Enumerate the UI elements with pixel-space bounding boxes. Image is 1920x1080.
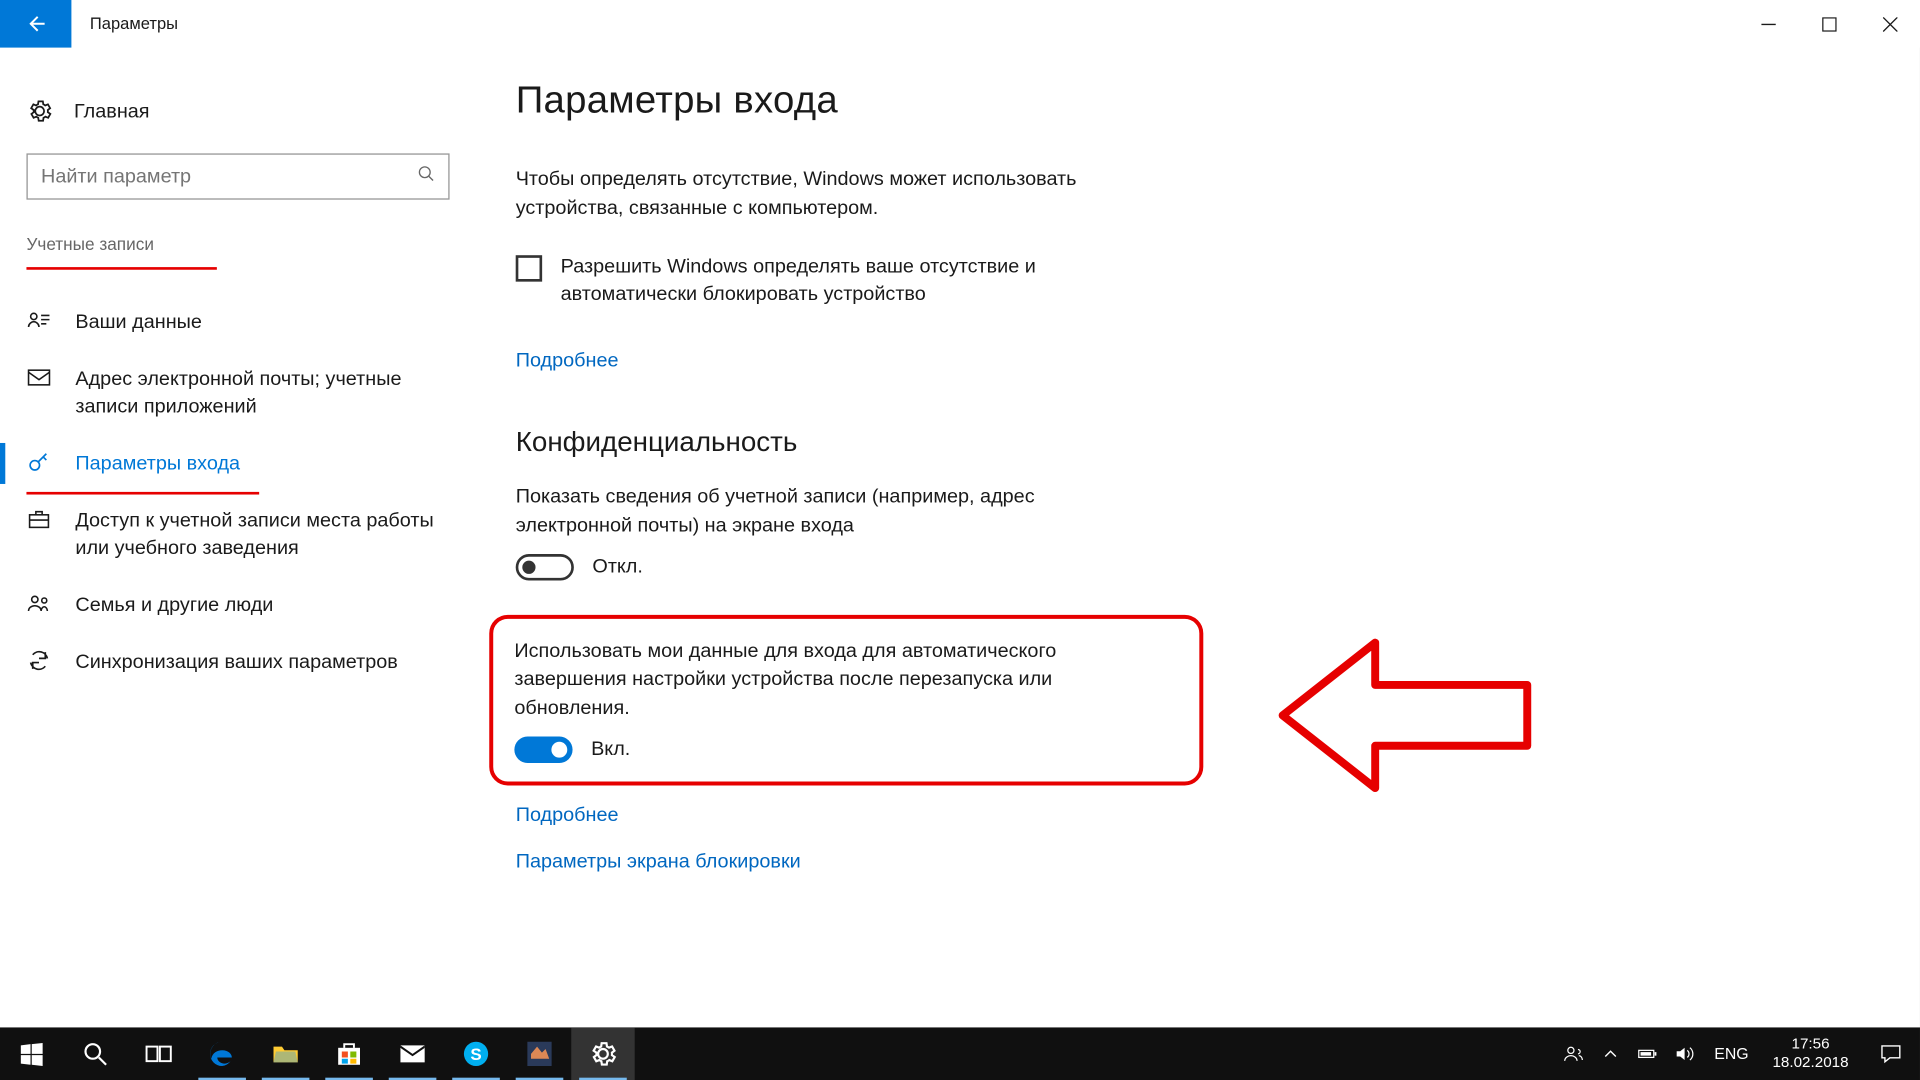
skype-icon: S xyxy=(461,1039,490,1068)
person-card-icon xyxy=(26,308,51,333)
people-icon xyxy=(1564,1043,1585,1064)
tray-date: 18.02.2018 xyxy=(1772,1054,1848,1073)
sidebar-item-label: Доступ к учетной записи места работы или… xyxy=(75,506,449,562)
window-title: Параметры xyxy=(71,0,178,48)
taskbar-app-mail[interactable] xyxy=(381,1027,444,1080)
tray-clock[interactable]: 17:56 18.02.2018 xyxy=(1759,1035,1862,1073)
sidebar-item-email[interactable]: Адрес электронной почты; учетные записи … xyxy=(0,350,476,435)
mail-icon xyxy=(26,365,51,390)
toggle-state-label: Вкл. xyxy=(591,738,630,760)
svg-text:S: S xyxy=(470,1045,481,1064)
edge-icon xyxy=(208,1039,237,1068)
task-view-button[interactable] xyxy=(127,1027,190,1080)
key-icon xyxy=(26,450,51,475)
taskbar-app-settings[interactable] xyxy=(571,1027,634,1080)
store-icon xyxy=(335,1039,364,1068)
close-icon xyxy=(1882,17,1897,32)
sidebar-item-label: Семья и другие люди xyxy=(75,591,273,619)
tray-time: 17:56 xyxy=(1772,1035,1848,1054)
sidebar-item-label: Параметры входа xyxy=(75,450,240,478)
home-label: Главная xyxy=(74,100,149,122)
home-button[interactable]: Главная xyxy=(0,87,476,153)
start-button[interactable] xyxy=(0,1027,63,1080)
category-label: Учетные записи xyxy=(26,234,216,270)
briefcase-icon xyxy=(26,506,51,531)
search-icon xyxy=(81,1039,110,1068)
chevron-up-icon xyxy=(1601,1043,1622,1064)
privacy-heading: Конфиденциальность xyxy=(516,427,1920,459)
tray-volume[interactable] xyxy=(1667,1043,1704,1064)
learn-more-link-2[interactable]: Подробнее xyxy=(516,804,1920,826)
gear-icon xyxy=(26,98,52,124)
tray-language[interactable]: ENG xyxy=(1704,1045,1760,1064)
tray-battery[interactable] xyxy=(1630,1043,1667,1064)
sidebar: Главная Учетные записи Ваши данные Адрес… xyxy=(0,48,476,1028)
arrow-left-large-icon xyxy=(1269,629,1533,801)
sidebar-item-family[interactable]: Семья и другие люди xyxy=(0,577,476,634)
mail-icon xyxy=(398,1039,427,1068)
sidebar-item-signin-options[interactable]: Параметры входа xyxy=(0,435,476,492)
search-icon xyxy=(417,163,437,189)
presence-checkbox-label: Разрешить Windows определять ваше отсутс… xyxy=(561,252,1116,310)
auto-finish-setup-toggle[interactable] xyxy=(514,736,572,762)
minimize-icon xyxy=(1761,17,1776,32)
sidebar-item-label: Адрес электронной почты; учетные записи … xyxy=(75,365,449,421)
gear-icon xyxy=(588,1039,617,1068)
highlighted-setting-box: Использовать мои данные для входа для ав… xyxy=(489,614,1203,785)
app-icon xyxy=(525,1039,554,1068)
back-button[interactable] xyxy=(0,0,71,48)
action-center-button[interactable] xyxy=(1862,1042,1920,1066)
speaker-icon xyxy=(1675,1043,1696,1064)
folder-icon xyxy=(271,1039,300,1068)
tray-overflow[interactable] xyxy=(1593,1043,1630,1064)
main-content: Параметры входа Чтобы определять отсутст… xyxy=(476,48,1920,1028)
sync-icon xyxy=(26,648,51,673)
minimize-button[interactable] xyxy=(1738,0,1799,48)
show-account-info-label: Показать сведения об учетной записи (нап… xyxy=(516,483,1137,541)
notification-icon xyxy=(1879,1042,1903,1066)
maximize-icon xyxy=(1821,17,1836,32)
people-icon xyxy=(26,591,51,616)
close-button[interactable] xyxy=(1859,0,1920,48)
windows-logo-icon xyxy=(17,1039,46,1068)
sidebar-item-work-school[interactable]: Доступ к учетной записи места работы или… xyxy=(0,492,476,577)
arrow-left-icon xyxy=(24,12,48,36)
task-view-icon xyxy=(144,1039,173,1068)
taskbar-app-generic[interactable] xyxy=(508,1027,571,1080)
sidebar-item-sync[interactable]: Синхронизация ваших параметров xyxy=(0,633,476,690)
sidebar-item-label: Синхронизация ваших параметров xyxy=(75,648,397,676)
learn-more-link-1[interactable]: Подробнее xyxy=(516,349,1920,371)
auto-finish-setup-label: Использовать мои данные для входа для ав… xyxy=(514,637,1135,723)
presence-description: Чтобы определять отсутствие, Windows мож… xyxy=(516,165,1151,223)
tray-people[interactable] xyxy=(1556,1043,1593,1064)
titlebar: Параметры xyxy=(0,0,1920,48)
sidebar-item-your-info[interactable]: Ваши данные xyxy=(0,294,476,351)
taskbar-search[interactable] xyxy=(63,1027,126,1080)
toggle-state-label: Откл. xyxy=(592,555,643,577)
search-input[interactable] xyxy=(26,153,449,199)
presence-checkbox[interactable] xyxy=(516,255,542,281)
page-title: Параметры входа xyxy=(516,79,1920,123)
taskbar-app-explorer[interactable] xyxy=(254,1027,317,1080)
sidebar-item-label: Ваши данные xyxy=(75,308,202,336)
lockscreen-settings-link[interactable]: Параметры экрана блокировки xyxy=(516,850,1920,872)
maximize-button[interactable] xyxy=(1798,0,1859,48)
taskbar-app-skype[interactable]: S xyxy=(444,1027,507,1080)
taskbar-app-store[interactable] xyxy=(317,1027,380,1080)
annotation-arrow xyxy=(1269,629,1533,808)
battery-icon xyxy=(1638,1043,1659,1064)
taskbar-app-edge[interactable] xyxy=(190,1027,253,1080)
taskbar: S ENG xyxy=(0,1027,1920,1080)
show-account-info-toggle[interactable] xyxy=(516,553,574,579)
